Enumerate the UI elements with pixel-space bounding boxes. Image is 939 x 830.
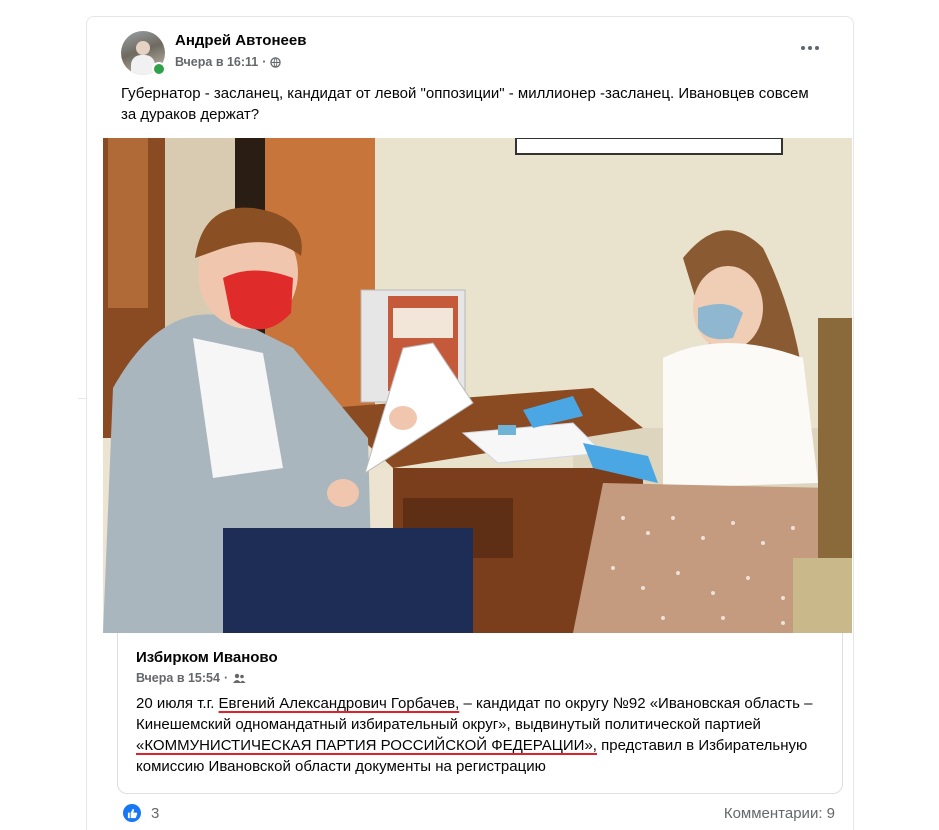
post-timestamp[interactable]: Вчера в 16:11	[175, 55, 258, 69]
shared-meta: Вчера в 15:54 ·	[136, 671, 246, 685]
globe-icon	[270, 56, 282, 68]
avatar-face	[136, 41, 150, 55]
shared-post[interactable]: Избирком Иваново Вчера в 15:54 · 20 июля…	[117, 633, 843, 794]
post-card: Андрей Автонеев Вчера в 16:11 · Губернат…	[86, 16, 854, 830]
comments-link[interactable]: Комментарии: 9	[724, 805, 835, 822]
candidate-name: Евгений Александрович Горбачев,	[218, 695, 460, 712]
friends-icon	[233, 673, 246, 683]
post-author[interactable]: Андрей Автонеев	[175, 32, 306, 49]
photo-illustration	[103, 138, 852, 633]
like-count[interactable]: 3	[151, 805, 159, 822]
shared-timestamp[interactable]: Вчера в 15:54	[136, 671, 220, 685]
shared-text-part1: 20 июля т.г.	[136, 695, 219, 712]
post-text: Губернатор - засланец, кандидат от левой…	[121, 85, 809, 123]
post-footer: 3 Комментарии: 9	[123, 803, 837, 827]
shared-text: 20 июля т.г. Евгений Александрович Горба…	[136, 693, 826, 777]
online-status-dot	[152, 62, 166, 76]
party-name: «КОММУНИСТИЧЕСКАЯ ПАРТИЯ РОССИЙСКОЙ ФЕДЕ…	[136, 737, 597, 754]
avatar-body	[131, 55, 155, 75]
more-options-icon[interactable]	[801, 43, 823, 53]
thumbs-up-icon	[127, 808, 137, 818]
post-header: Андрей Автонеев Вчера в 16:11 ·	[121, 31, 837, 77]
divider	[78, 398, 86, 399]
shared-author[interactable]: Избирком Иваново	[136, 649, 278, 666]
post-meta: Вчера в 16:11 ·	[175, 55, 282, 69]
post-photo[interactable]	[103, 138, 852, 633]
like-icon[interactable]	[123, 804, 141, 822]
